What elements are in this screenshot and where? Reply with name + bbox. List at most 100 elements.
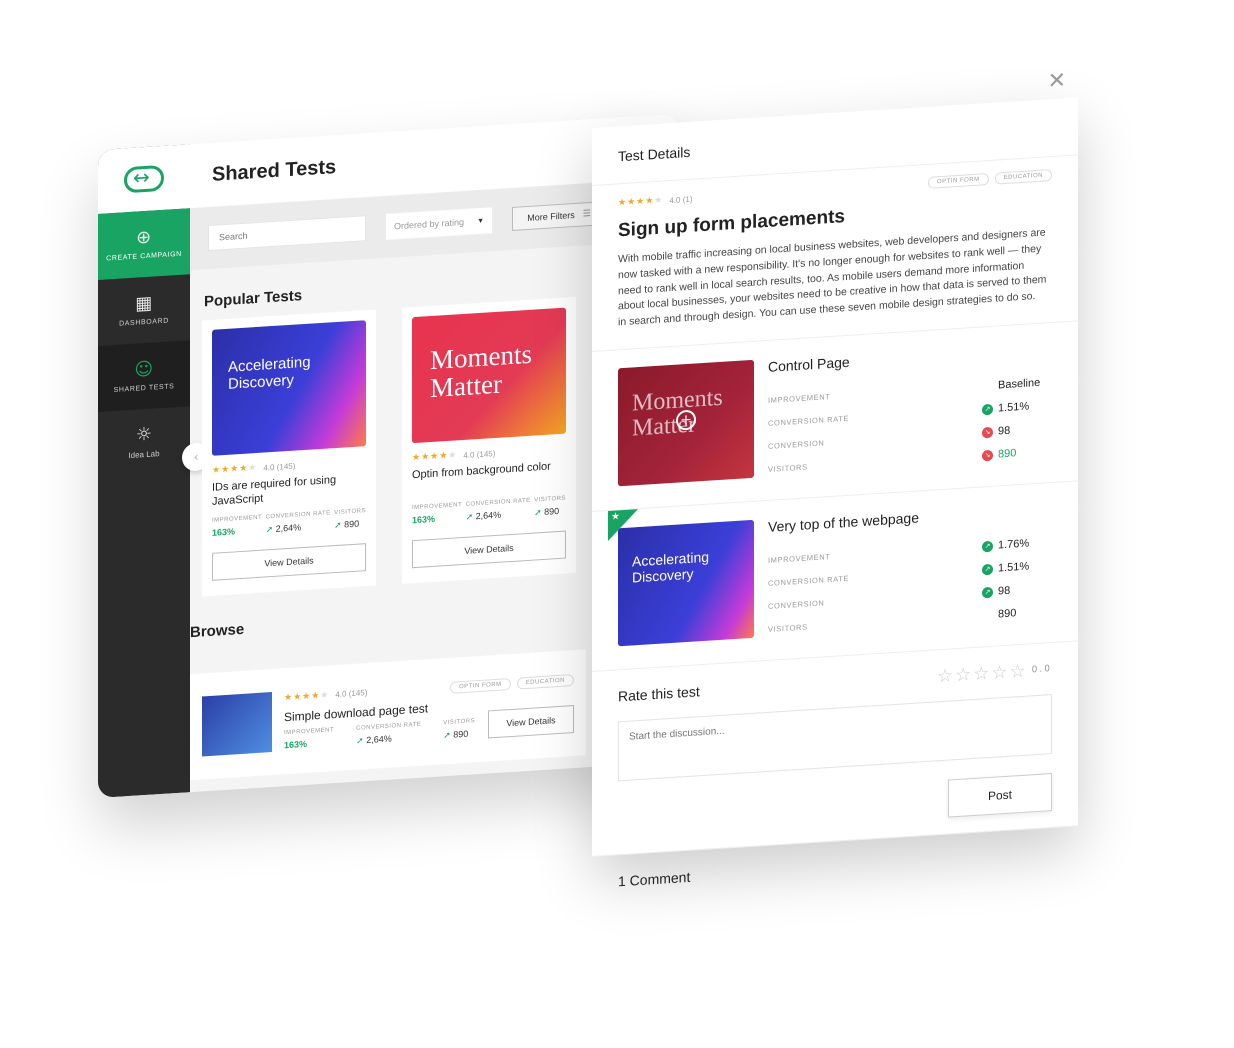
test-intro: ★★★★★ 4.0 (1) OPTIN FORM EDUCATION Sign … — [592, 155, 1078, 352]
sliders-icon: ☰ — [582, 208, 591, 220]
test-description: With mobile traffic increasing on local … — [618, 226, 1047, 329]
tag[interactable]: EDUCATION — [994, 169, 1052, 185]
metric-label: CONVERSION RATE — [768, 413, 849, 428]
metric-value-text: 1.51% — [998, 560, 1030, 575]
metric-label: CONVERSION — [768, 438, 825, 451]
rating-value: 0.0 — [1031, 664, 1052, 676]
metric-value: ↗ 98 — [982, 582, 1052, 599]
arrow-up-icon: ↗ — [982, 563, 993, 576]
sidebar: ⊕ CREATE CAMPAIGN ▦ DASHBOARD ☺ SHARED T… — [98, 144, 190, 798]
close-icon[interactable]: ✕ — [1048, 68, 1066, 94]
variant-thumbnail[interactable]: Moments Matter + — [618, 359, 754, 487]
metric-label: CONVERSION RATE — [265, 510, 331, 521]
sidebar-item-idea-lab[interactable]: ☼ Idea Lab — [98, 406, 190, 478]
test-variant: ★ Accelerating Discovery Very top of the… — [592, 481, 1078, 672]
arrow-up-icon: ➚ — [443, 730, 451, 741]
rating-value: 4.0 (1) — [669, 194, 693, 205]
metric-label: CONVERSION RATE — [356, 721, 422, 732]
metric-label: VISITORS — [443, 717, 476, 726]
caret-down-icon: ▼ — [477, 217, 484, 225]
metric-label: CONVERSION — [768, 598, 825, 611]
sidebar-item-shared-tests[interactable]: ☺ SHARED TESTS — [98, 340, 190, 412]
sidebar-item-label: SHARED TESTS — [113, 382, 175, 394]
arrow-up-icon: ↗ — [982, 586, 993, 599]
logo-icon — [124, 164, 164, 194]
improvement-value: 163% — [284, 738, 308, 750]
card-metrics: IMPROVEMENT 163% CONVERSION RATE ➚ 2,64% V… — [412, 496, 566, 527]
sidebar-item-create-campaign[interactable]: ⊕ CREATE CAMPAIGN — [98, 208, 190, 280]
order-select-label: Ordered by rating — [394, 216, 465, 232]
variant-title: Control Page — [768, 353, 850, 375]
star-icon: ★ — [611, 510, 620, 523]
thumbnail-text: Accelerating Discovery — [632, 548, 710, 586]
view-details-button[interactable]: View Details — [488, 704, 574, 738]
test-thumbnail[interactable]: Moments Matter — [412, 307, 566, 444]
arrow-up-icon: ➚ — [465, 512, 474, 523]
sidebar-item-dashboard[interactable]: ▦ DASHBOARD — [98, 274, 190, 346]
layout-icon: ▦ — [135, 292, 153, 315]
arrow-up-icon: ➚ — [334, 520, 342, 532]
arrow-up-icon: ➚ — [265, 524, 274, 536]
discussion-input[interactable] — [618, 693, 1052, 782]
sidebar-item-label: Idea Lab — [128, 449, 160, 461]
order-select[interactable]: Ordered by rating ▼ — [386, 207, 492, 240]
card-title: IDs are required for using JavaScript — [212, 474, 337, 508]
metric-value: ↘ 890 — [982, 445, 1052, 462]
metric-value: ↘ 98 — [982, 422, 1052, 439]
browse-metrics: IMPROVEMENT 163% CONVERSION RATE ➚ 2,64% V… — [284, 718, 475, 751]
test-thumbnail[interactable]: Accelerating Discovery — [212, 320, 366, 456]
metric-label: IMPROVEMENT — [412, 502, 463, 512]
test-card[interactable]: Accelerating Discovery ★★★★★ 4.0 (145) I… — [202, 309, 376, 597]
card-title: Optin from background color — [412, 460, 551, 482]
variant-info: Very top of the webpage IMPROVEMENT ↗ 1.7… — [768, 501, 1052, 660]
metric-value-text: 890 — [998, 607, 1017, 621]
metric-label: CONVERSION RATE — [768, 573, 849, 588]
metric-value-text: Baseline — [998, 377, 1041, 392]
metric-label: IMPROVEMENT — [768, 391, 831, 405]
rate-title: Rate this test — [618, 683, 700, 705]
control-page-variant: Moments Matter + Control Page IMPROVEMEN… — [592, 321, 1078, 512]
improvement-value: 163% — [212, 526, 236, 538]
metric-value: ↗ 1.76% — [982, 536, 1052, 553]
sidebar-item-label: DASHBOARD — [119, 317, 169, 328]
metric-label: VISITORS — [334, 508, 366, 517]
view-details-button[interactable]: View Details — [412, 530, 566, 569]
arrow-up-icon: ➚ — [534, 508, 542, 519]
visitors-value: 890 — [544, 505, 560, 517]
visitors-value: 890 — [344, 518, 360, 530]
search-input[interactable] — [208, 215, 366, 252]
sidebar-item-label: CREATE CAMPAIGN — [106, 250, 182, 263]
view-details-button[interactable]: View Details — [212, 543, 366, 581]
metric-label: CONVERSION RATE — [465, 497, 531, 508]
metric-value: 890 — [982, 605, 1052, 621]
panel-title: Test Details — [618, 143, 691, 165]
test-details-panel: Test Details ✕ ★★★★★ 4.0 (1) OPTIN FORM … — [592, 68, 1078, 909]
conversion-value: 2,64% — [275, 522, 302, 534]
visitors-value: 890 — [453, 728, 469, 740]
browse-list-item[interactable]: ★★★★★ 4.0 (145) OPTIN FORM EDUCATION Sim… — [190, 649, 586, 781]
variant-thumbnail[interactable]: Accelerating Discovery — [618, 519, 754, 647]
tag[interactable]: OPTIN FORM — [927, 173, 989, 189]
post-button[interactable]: Post — [948, 772, 1052, 818]
more-filters-label: More Filters — [527, 210, 575, 223]
browse-item-body: ★★★★★ 4.0 (145) OPTIN FORM EDUCATION Sim… — [284, 673, 574, 751]
logo[interactable] — [98, 144, 190, 214]
improvement-value: 163% — [412, 513, 436, 526]
star-rating-input[interactable]: ☆☆☆☆☆ 0.0 — [937, 659, 1052, 687]
metric-value-text: 98 — [998, 584, 1011, 598]
arrow-down-icon: ↘ — [982, 426, 993, 439]
test-card[interactable]: Moments Matter ★★★★★ 4.0 (145) Optin fro… — [402, 296, 576, 584]
rating-value: 4.0 (145) — [463, 448, 496, 460]
metric-label: IMPROVEMENT — [768, 551, 831, 565]
metric-value-text: 1.76% — [998, 537, 1030, 552]
thumbnail-text: Moments Matter — [430, 338, 533, 404]
metric-value: ↗ 1.51% — [982, 399, 1052, 416]
lightbulb-icon: ☼ — [135, 424, 153, 447]
test-thumbnail[interactable] — [202, 692, 272, 757]
star-rating-icon: ★★★★★ — [412, 450, 458, 464]
metric-value: Baseline — [982, 376, 1052, 392]
arrow-down-icon: ↘ — [982, 449, 993, 462]
thumbnail-text: Accelerating Discovery — [228, 353, 311, 394]
rate-section: Rate this test ☆☆☆☆☆ 0.0 Post — [592, 641, 1078, 856]
metric-label: VISITORS — [534, 495, 566, 504]
